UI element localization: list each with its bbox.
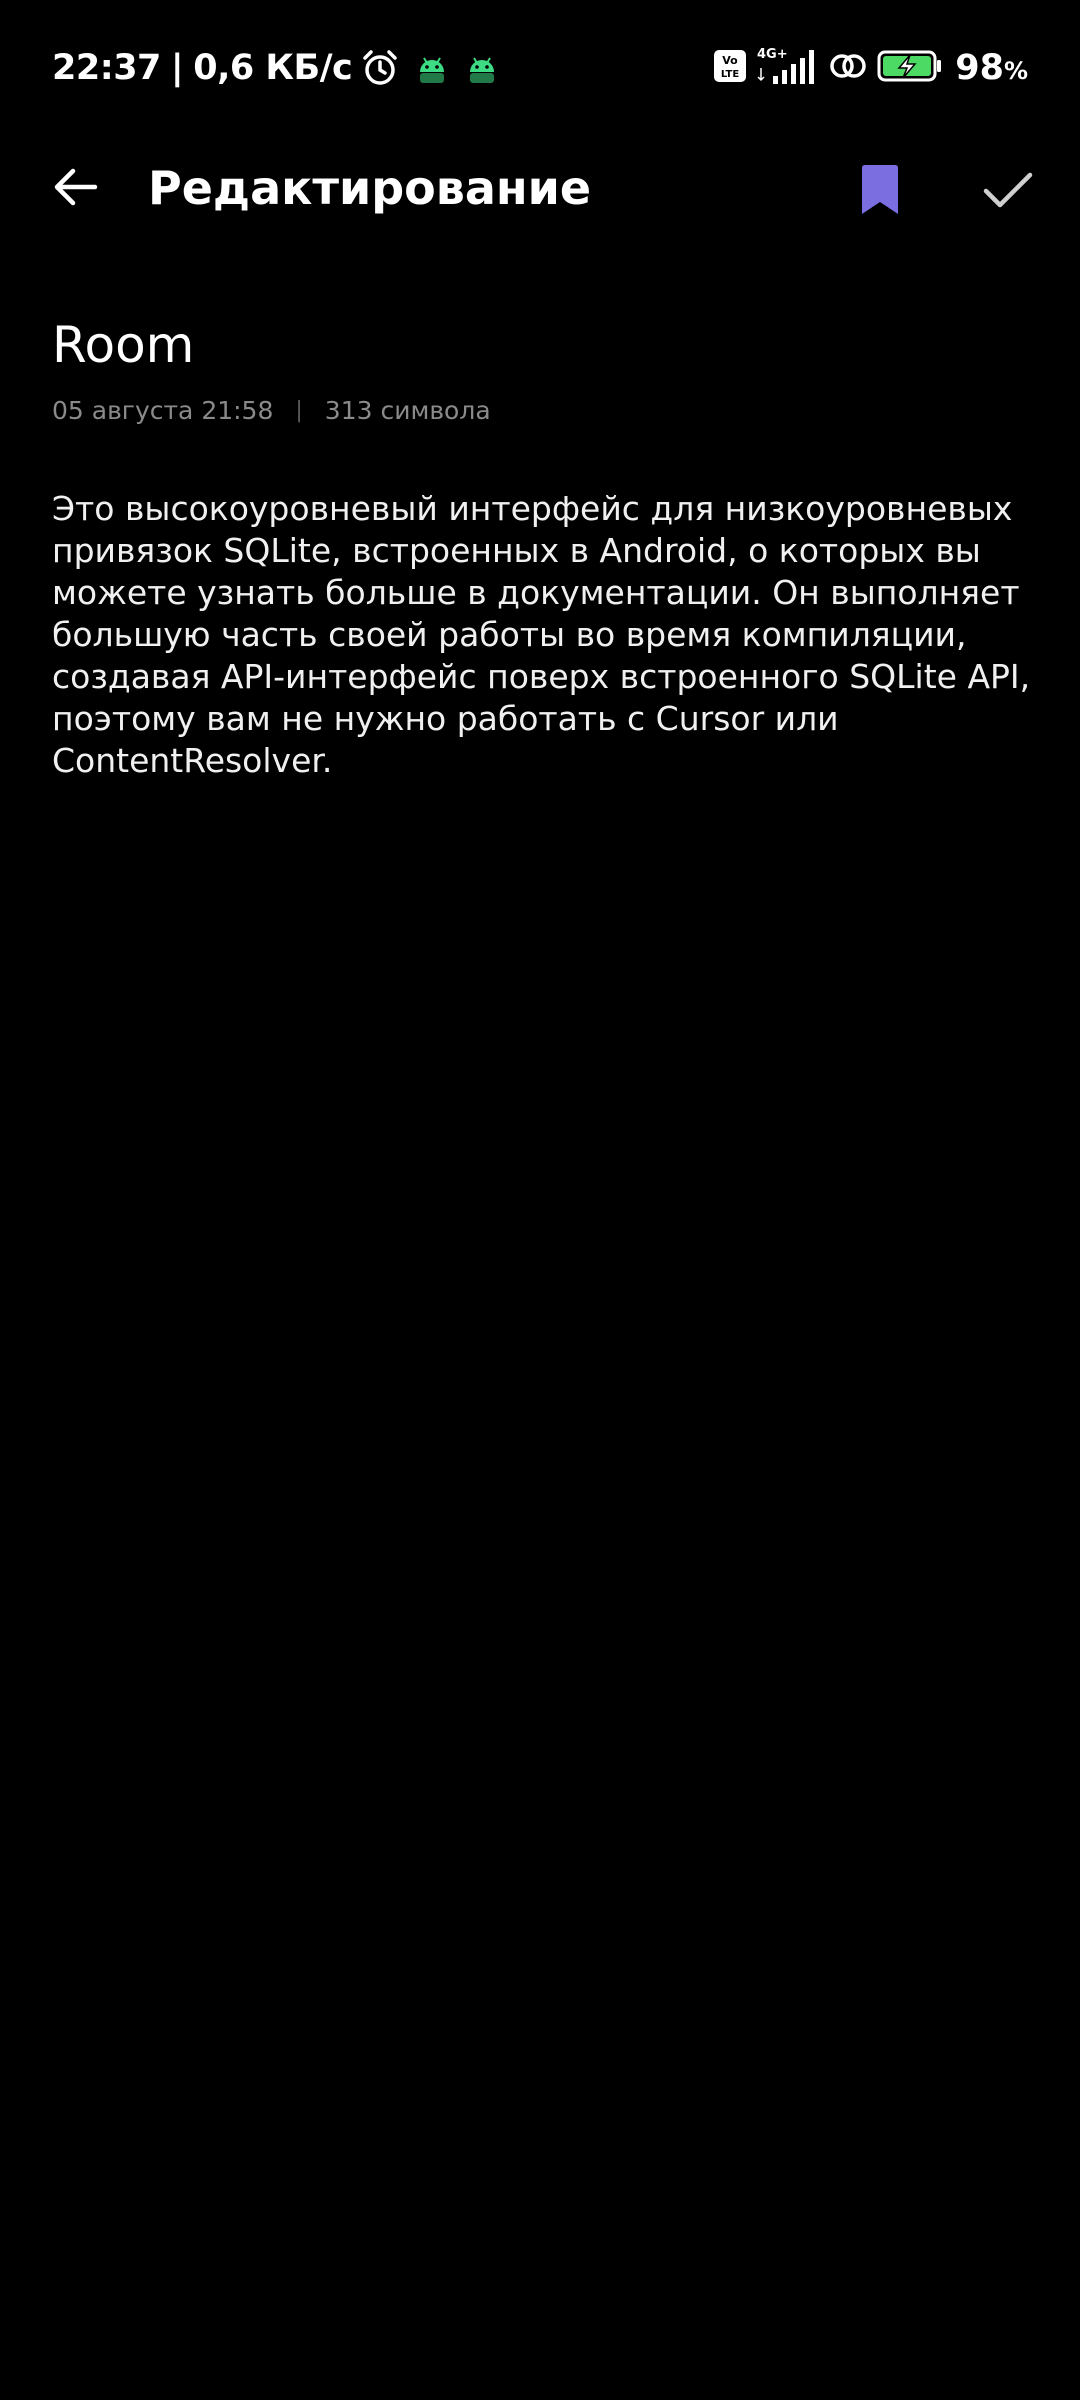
svg-text:Vo: Vo: [723, 54, 739, 67]
note-date: 05 августа 21:58: [52, 395, 274, 425]
note-title-field[interactable]: Room: [52, 312, 194, 378]
status-bar-left: 22:37 | 0,6 КБ/с: [52, 42, 500, 94]
status-bar: 22:37 | 0,6 КБ/с Vo LTE 4G+ 98%: [0, 0, 1080, 130]
meta-divider: |: [295, 397, 303, 423]
android-icon: [464, 50, 500, 86]
character-count: 313 символа: [324, 395, 491, 425]
clock: 22:37: [52, 48, 161, 88]
note-meta: 05 августа 21:58 | 313 символа: [52, 390, 491, 430]
check-icon: [983, 172, 1033, 208]
bookmark-button[interactable]: [840, 152, 920, 228]
save-button[interactable]: [968, 152, 1048, 228]
link-icon: [827, 48, 869, 89]
arrow-left-icon: [54, 168, 98, 206]
battery-percent-sign: %: [1003, 57, 1028, 85]
page-title: Редактирование: [148, 161, 592, 215]
battery-level: 98%: [955, 48, 1028, 88]
status-separator: |: [170, 48, 184, 88]
back-button[interactable]: [40, 152, 110, 222]
status-bar-right: Vo LTE 4G+ 98%: [713, 42, 1028, 94]
app-bar: Редактирование: [0, 130, 1080, 250]
volte-icon: Vo LTE: [713, 49, 747, 88]
signal-icon: 4G+: [755, 46, 819, 91]
android-icon: [414, 50, 450, 86]
svg-text:4G+: 4G+: [757, 47, 788, 62]
note-body-field[interactable]: Это высокоуровневый интерфейс для низкоу…: [52, 488, 1042, 782]
svg-text:LTE: LTE: [721, 69, 740, 80]
alarm-icon: [360, 48, 400, 88]
network-speed: 0,6 КБ/с: [193, 48, 353, 88]
bookmark-icon: [862, 165, 898, 214]
battery-charging-icon: [877, 49, 943, 88]
